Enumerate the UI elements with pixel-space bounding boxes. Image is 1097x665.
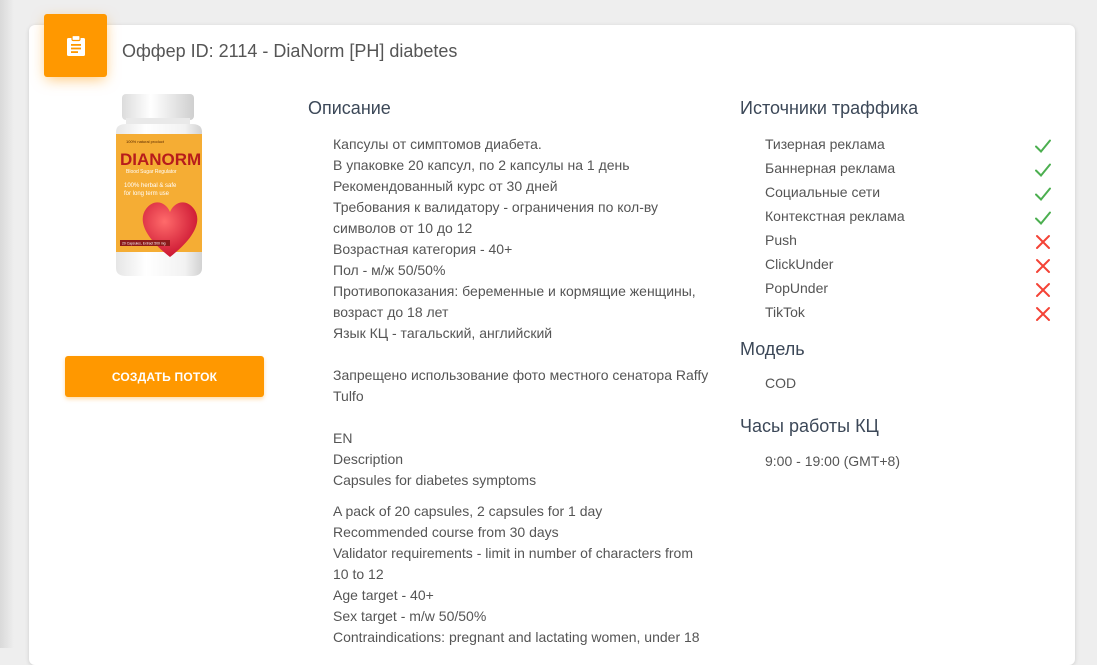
page-edge-shadow xyxy=(0,0,14,648)
traffic-source-label: TikTok xyxy=(765,304,805,320)
model-title: Модель xyxy=(740,339,805,359)
description-line: символов от 10 до 12 xyxy=(333,220,473,236)
traffic-source-label: Контекстная реклама xyxy=(765,208,905,224)
description-line: Запрещено использование фото местного се… xyxy=(333,367,709,383)
cross-icon xyxy=(1036,235,1050,249)
create-flow-button[interactable]: СОЗДАТЬ ПОТОК xyxy=(65,356,264,397)
description-line: A pack of 20 capsules, 2 capsules for 1 … xyxy=(333,503,603,519)
description-line: Требования к валидатору - ограничения по… xyxy=(333,199,659,215)
offer-title: Оффер ID: 2114 - DiaNorm [PH] diabetes xyxy=(122,41,458,61)
card-header-icon-box xyxy=(44,14,107,77)
call-center-hours-value: 9:00 - 19:00 (GMT+8) xyxy=(765,453,901,469)
description-line: Язык КЦ - тагальский, английский xyxy=(333,325,553,341)
model-value: COD xyxy=(765,375,797,391)
description-line: Пол - м/ж 50/50% xyxy=(333,262,446,278)
description-line: Description xyxy=(333,451,404,467)
description-line: 10 to 12 xyxy=(333,566,384,582)
cross-icon xyxy=(1036,259,1050,273)
description-line: Sex target - m/w 50/50% xyxy=(333,608,487,624)
description-line: Tulfo xyxy=(333,388,364,404)
traffic-source-label: Социальные сети xyxy=(765,184,881,200)
description-line: Contraindications: pregnant and lactatin… xyxy=(333,629,700,645)
description-line: Капсулы от симптомов диабета. xyxy=(333,136,542,152)
product-footer: 20 Capsules, Extract 500 mg xyxy=(122,242,166,246)
check-icon xyxy=(1035,187,1051,201)
description-title: Описание xyxy=(308,98,391,118)
description-line: EN xyxy=(333,430,353,446)
description-line: Рекомендованный курс от 30 дней xyxy=(333,178,558,194)
traffic-source-label: PopUnder xyxy=(765,280,829,296)
clipboard-icon xyxy=(66,34,85,56)
check-icon xyxy=(1035,163,1051,177)
traffic-source-label: ClickUnder xyxy=(765,256,834,272)
traffic-source-label: Баннерная реклама xyxy=(765,160,896,176)
traffic-sources-title: Источники траффика xyxy=(740,98,919,118)
product-tagline: Blood Sugar Regulator xyxy=(126,169,177,175)
description-line: возраст до 18 лет xyxy=(333,304,449,320)
traffic-source-label: Push xyxy=(765,232,797,248)
call-center-hours-title: Часы работы КЦ xyxy=(740,416,879,436)
traffic-source-label: Тизерная реклама xyxy=(765,136,885,152)
description-line: В упаковке 20 капсул, по 2 капсулы на 1 … xyxy=(333,157,630,173)
product-claim-2: for long term use xyxy=(124,191,170,197)
product-top-note: 100% natural product xyxy=(126,139,165,144)
description-line: Противопоказания: беременные и кормящие … xyxy=(333,283,696,299)
description-line: Capsules for diabetes symptoms xyxy=(333,472,537,488)
description-line: Age target - 40+ xyxy=(333,587,434,603)
cross-icon xyxy=(1036,307,1050,321)
check-icon xyxy=(1035,211,1051,225)
description-line: Recommended course from 30 days xyxy=(333,524,559,540)
product-image: 100% natural product DIANORM Blood Sugar… xyxy=(116,94,202,276)
check-icon xyxy=(1035,139,1051,153)
product-claim-1: 100% herbal & safe xyxy=(124,183,177,189)
description-line: Validator requirements - limit in number… xyxy=(333,545,693,561)
product-brand: DIANORM xyxy=(120,150,201,169)
cross-icon xyxy=(1036,283,1050,297)
description-line: Возрастная категория - 40+ xyxy=(333,241,513,257)
